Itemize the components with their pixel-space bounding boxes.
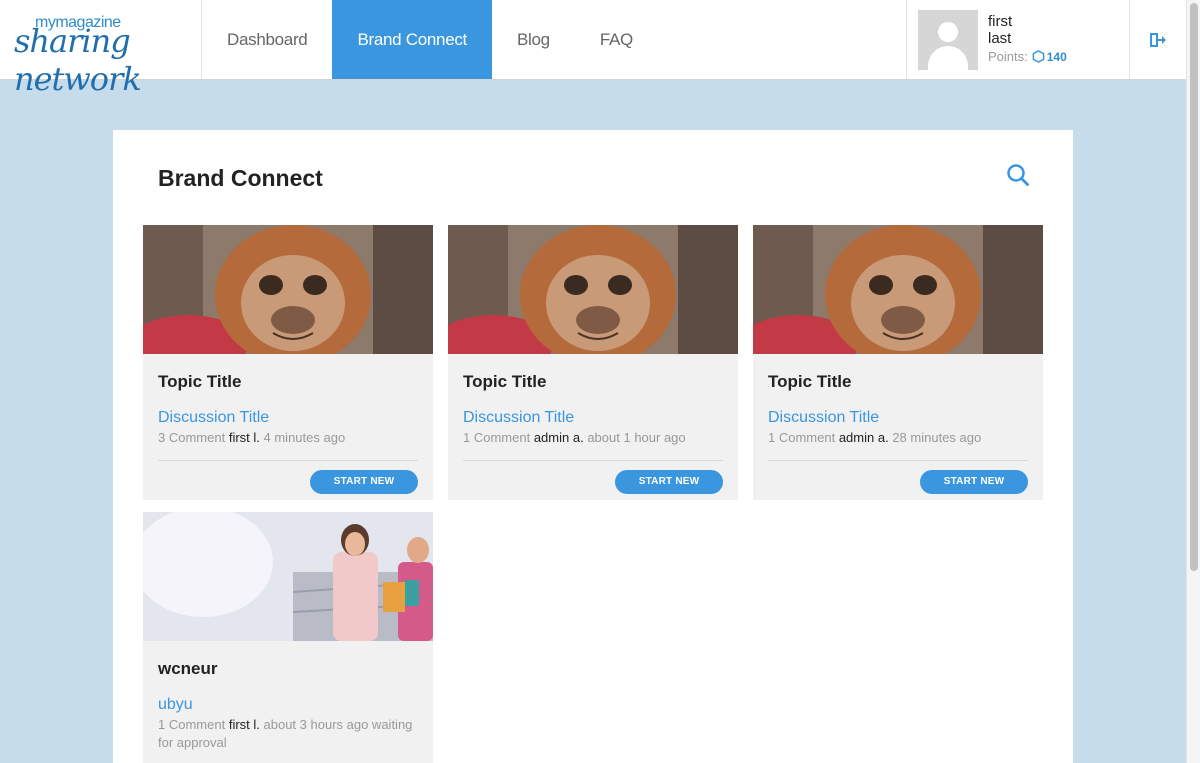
main-nav: Dashboard Brand Connect Blog FAQ — [202, 0, 658, 79]
card-divider — [158, 460, 418, 461]
card-image — [753, 225, 1043, 354]
brand-logo[interactable]: mymagazine sharing network — [0, 0, 202, 98]
start-new-button[interactable]: START NEW — [920, 470, 1028, 494]
user-menu[interactable]: first last Points: 140 — [906, 0, 1130, 79]
author-name[interactable]: admin a. — [839, 430, 889, 445]
discussion-link[interactable]: Discussion Title — [158, 409, 269, 427]
topic-title: Topic Title — [463, 372, 547, 391]
author-name[interactable]: first l. — [229, 717, 260, 732]
comment-count: 1 Comment — [158, 717, 226, 732]
search-icon — [1007, 164, 1029, 186]
discussion-link[interactable]: Discussion Title — [463, 409, 574, 427]
logout-icon — [1150, 32, 1166, 47]
card-image — [143, 512, 433, 641]
topic-card[interactable]: wcneur ubyu 1 Comment first l. about 3 h… — [143, 512, 433, 763]
nav-blog[interactable]: Blog — [492, 0, 575, 79]
discussion-meta: 1 Comment admin a. about 1 hour ago — [463, 429, 728, 447]
discussion-meta: 3 Comment first l. 4 minutes ago — [158, 429, 423, 447]
card-divider — [463, 460, 723, 461]
brand-logo-bottom: sharing network — [14, 22, 142, 98]
nav-faq[interactable]: FAQ — [575, 0, 658, 79]
post-time: 28 minutes ago — [892, 430, 982, 445]
comment-count: 3 Comment — [158, 430, 226, 445]
points-label: Points: — [988, 49, 1028, 64]
topic-title: wcneur — [158, 659, 218, 678]
topic-card[interactable]: Topic Title Discussion Title 1 Comment a… — [753, 225, 1043, 500]
discussion-link[interactable]: ubyu — [158, 696, 193, 714]
card-image — [448, 225, 738, 354]
points-hexagon-icon — [1032, 50, 1045, 63]
comment-count: 1 Comment — [768, 430, 836, 445]
avatar[interactable] — [918, 10, 978, 70]
points-value: 140 — [1046, 49, 1067, 64]
nav-brand-connect[interactable]: Brand Connect — [332, 0, 492, 79]
discussion-meta: 1 Comment admin a. 28 minutes ago — [768, 429, 1033, 447]
topic-title: Topic Title — [768, 372, 852, 391]
post-time: 4 minutes ago — [263, 430, 346, 445]
topic-title: Topic Title — [158, 372, 242, 391]
brand-connect-panel: Brand Connect Topic Title Discussion Tit… — [113, 130, 1073, 763]
page-scrollbar[interactable] — [1186, 0, 1200, 763]
user-last-name: last — [988, 30, 1012, 47]
user-first-name: first — [988, 13, 1013, 30]
author-name[interactable]: admin a. — [534, 430, 584, 445]
topic-card[interactable]: Topic Title Discussion Title 1 Comment a… — [448, 225, 738, 500]
start-new-button[interactable]: START NEW — [615, 470, 723, 494]
comment-count: 1 Comment — [463, 430, 531, 445]
page-title: Brand Connect — [158, 165, 323, 191]
start-new-button[interactable]: START NEW — [310, 470, 418, 494]
card-image — [143, 225, 433, 354]
author-name[interactable]: first l. — [229, 430, 260, 445]
card-divider — [768, 460, 1028, 461]
logout-button[interactable] — [1130, 0, 1186, 79]
search-button[interactable] — [1006, 163, 1030, 192]
user-points: Points: 140 — [988, 49, 1067, 64]
nav-dashboard[interactable]: Dashboard — [202, 0, 332, 79]
topic-card[interactable]: Topic Title Discussion Title 3 Comment f… — [143, 225, 433, 500]
discussion-meta: 1 Comment first l. about 3 hours ago wai… — [158, 716, 423, 752]
discussion-link[interactable]: Discussion Title — [768, 409, 879, 427]
post-time: about 1 hour ago — [587, 430, 686, 445]
